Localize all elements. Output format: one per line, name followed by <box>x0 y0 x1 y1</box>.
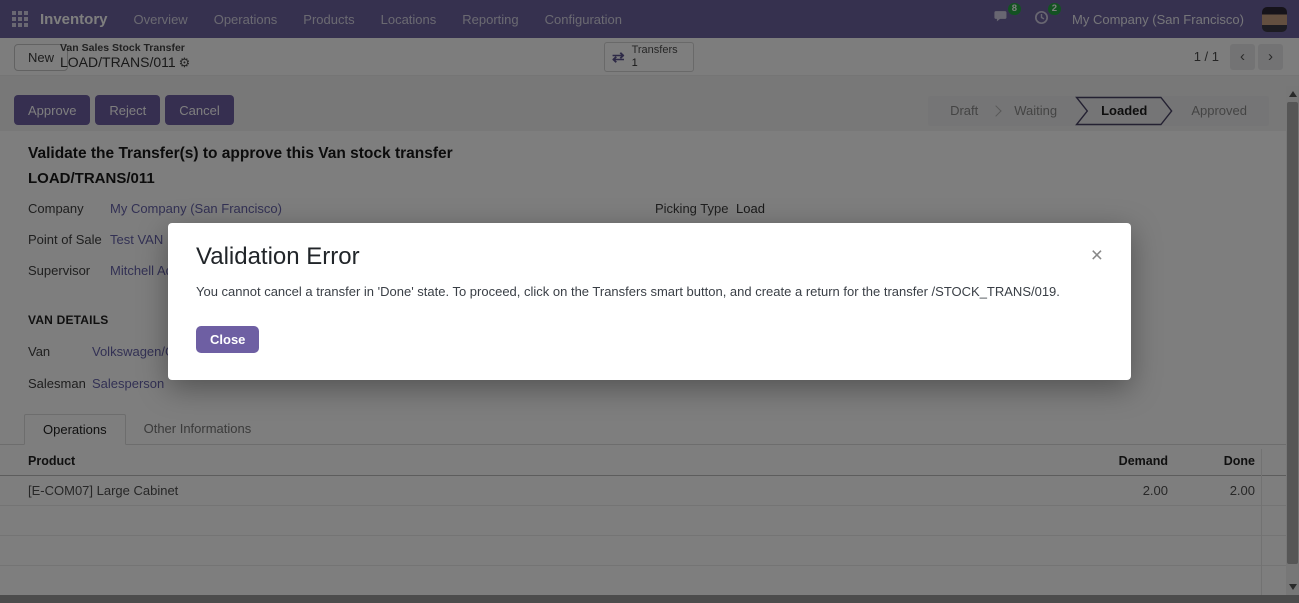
dialog-title: Validation Error <box>196 243 360 271</box>
close-button[interactable]: Close <box>196 326 259 353</box>
validation-error-dialog: Validation Error × You cannot cancel a t… <box>168 223 1131 380</box>
close-icon[interactable]: × <box>1091 245 1103 266</box>
app-screen: Inventory Overview Operations Products L… <box>0 0 1299 603</box>
dialog-message: You cannot cancel a transfer in 'Done' s… <box>196 284 1091 299</box>
